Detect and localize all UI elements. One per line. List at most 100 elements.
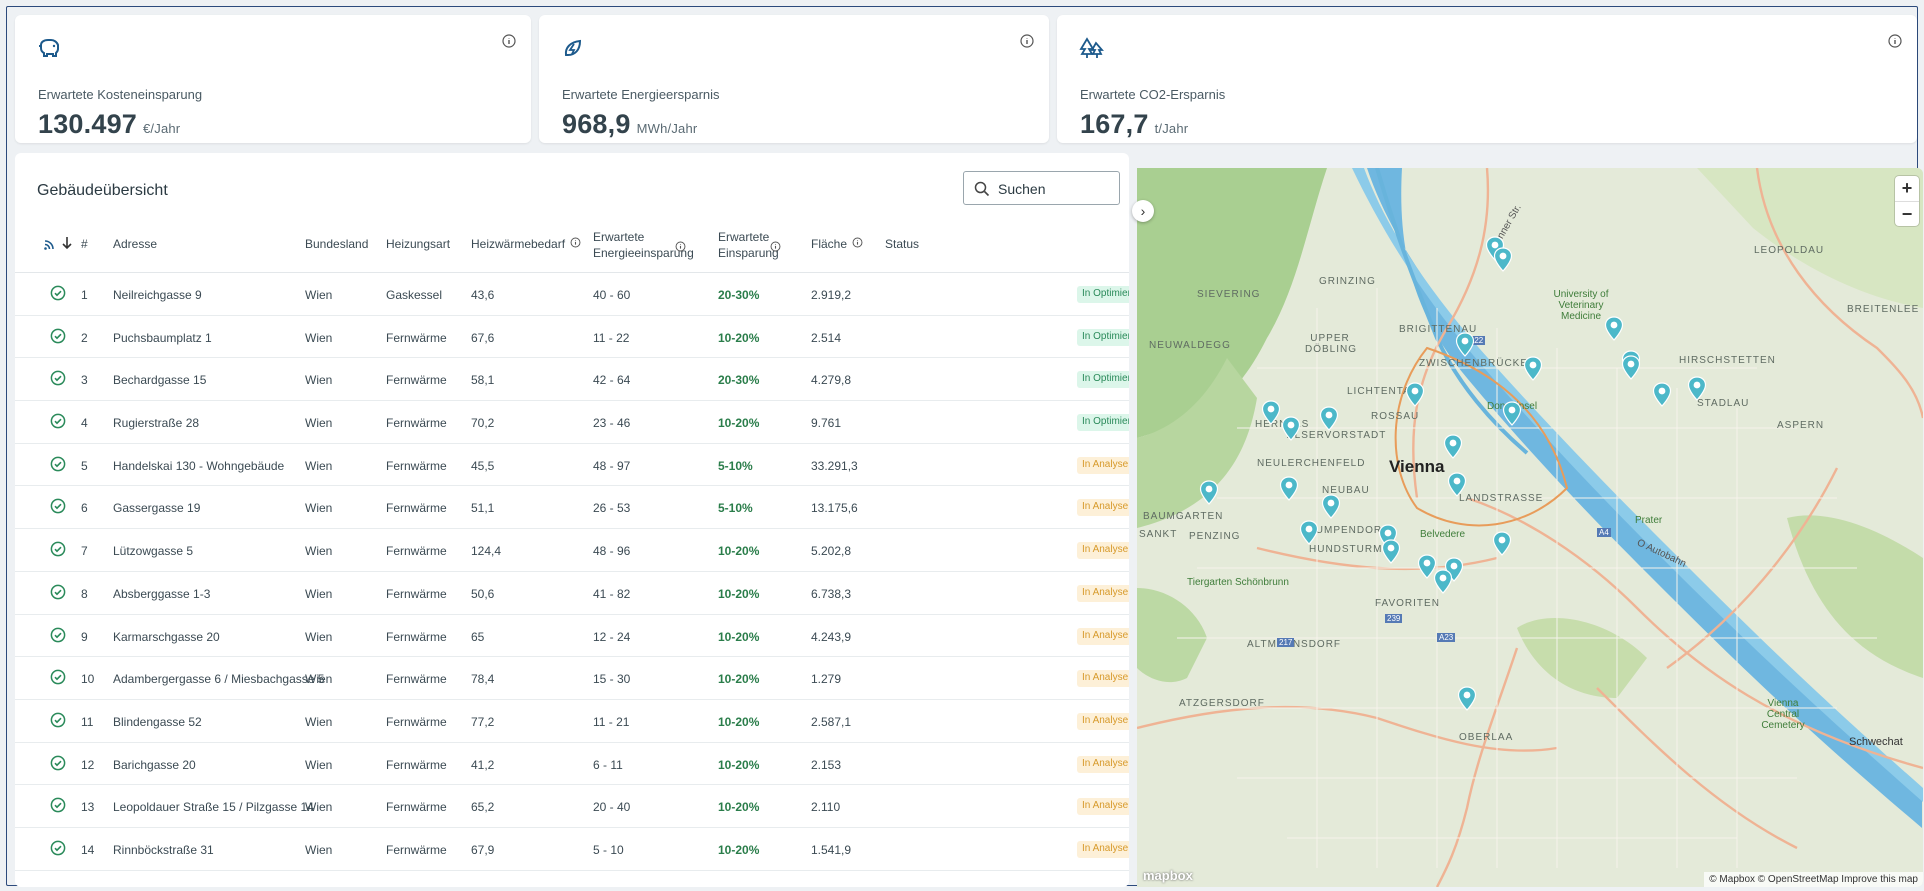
status-badge: In Analyse <box>1077 499 1129 517</box>
map-label: ASPERN <box>1777 420 1825 431</box>
map-label: ZWISCHENBRÜCKEN <box>1419 358 1537 369</box>
cell-energy-saving: 5 - 10 <box>593 842 624 857</box>
cell-address: Absberggasse 1-3 <box>113 586 211 601</box>
table-row[interactable]: 12 Barichgasse 20 Wien Fernwärme 41,2 6 - 11 1… <box>15 743 1129 786</box>
cell-heat-demand: 77,2 <box>471 714 495 729</box>
cell-area: 9.761 <box>811 416 842 431</box>
table-row[interactable]: 4 Rugierstraße 28 Wien Fernwärme 70,2 23 - 46… <box>15 401 1129 444</box>
cell-area: 4.279,8 <box>811 373 852 388</box>
col-heat-demand[interactable]: Heizwärmebedarf <box>471 237 581 251</box>
map-marker-icon[interactable] <box>1433 569 1453 595</box>
kpi-label: Erwartete Kosteneinsparung <box>38 87 203 102</box>
check-circle-icon <box>50 499 66 514</box>
cell-area: 2.587,1 <box>811 714 852 729</box>
table-row[interactable]: 8 Absberggasse 1-3 Wien Fernwärme 50,6 41 - 8… <box>15 572 1129 615</box>
table-row[interactable]: 6 Gassergasse 19 Wien Fernwärme 51,1 26 - 53 5… <box>15 486 1129 530</box>
table-row[interactable]: 14 Rinnböckstraße 31 Wien Fernwärme 67,9 5 - … <box>15 828 1129 871</box>
search-input[interactable] <box>998 178 1114 200</box>
info-icon[interactable] <box>675 241 686 252</box>
map-marker-icon[interactable] <box>1321 494 1341 520</box>
sort-down-arrow-icon[interactable] <box>61 236 73 250</box>
table-row[interactable]: 1 Neilreichgasse 9 Wien Gaskessel 43,6 40 - 6… <box>15 273 1129 316</box>
info-icon[interactable] <box>570 237 581 248</box>
map-marker-icon[interactable] <box>1447 472 1467 498</box>
map-marker-icon[interactable] <box>1299 520 1319 546</box>
map-marker-icon[interactable] <box>1493 247 1513 273</box>
map-marker-icon[interactable] <box>1457 686 1477 712</box>
info-icon[interactable] <box>1019 33 1035 49</box>
table-row[interactable]: 9 Karmarschgasse 20 Wien Fernwärme 65 12 - 24… <box>15 615 1129 658</box>
table-row[interactable]: 3 Bechardgasse 15 Wien Fernwärme 58,1 42 - 64… <box>15 358 1129 402</box>
check-circle-icon <box>50 627 66 642</box>
col-energy-saving[interactable]: Erwartete Energieeinsparung <box>593 229 703 261</box>
table-row[interactable]: 10 Adambergergasse 6 / Miesbachgasse 5 Wie… <box>15 657 1129 700</box>
cell-area: 13.175,6 <box>811 501 858 516</box>
map-label: OBERLAA <box>1459 732 1514 743</box>
chevron-right-icon[interactable]: › <box>1132 200 1154 222</box>
cell-address: Leopoldauer Straße 15 / Pilzgasse 14 <box>113 800 314 815</box>
map-marker-icon[interactable] <box>1455 332 1475 358</box>
kpi-card-cost: Erwartete Kosteneinsparung 130.497 €/Jahr <box>15 15 531 143</box>
col-state[interactable]: Bundesland <box>305 237 368 251</box>
cell-heat-demand: 43,6 <box>471 288 495 302</box>
col-number[interactable]: # <box>81 237 88 251</box>
map-marker-icon[interactable] <box>1281 416 1301 442</box>
cell-state: Wien <box>305 672 333 687</box>
cell-address: Neilreichgasse 9 <box>113 288 202 302</box>
table-row[interactable]: 2 Puchsbaumplatz 1 Wien Fernwärme 67,6 11 - 2… <box>15 316 1129 359</box>
zoom-out-button[interactable]: − <box>1895 201 1919 226</box>
map-marker-icon[interactable] <box>1199 480 1219 506</box>
map-marker-icon[interactable] <box>1502 401 1522 427</box>
map-marker-icon[interactable] <box>1604 316 1624 342</box>
cell-energy-saving: 11 - 21 <box>593 714 630 729</box>
cell-heating: Fernwärme <box>386 544 447 559</box>
zoom-in-button[interactable]: + <box>1895 176 1919 201</box>
check-circle-icon <box>50 584 66 600</box>
table-row[interactable]: 11 Blindengasse 52 Wien Fernwärme 77,2 11 - 2… <box>15 700 1129 743</box>
cell-heating: Fernwärme <box>386 672 447 687</box>
map-marker-icon[interactable] <box>1492 531 1512 557</box>
map-marker-icon[interactable] <box>1523 356 1543 382</box>
table-row[interactable]: 13 Leopoldauer Straße 15 / Pilzgasse 14 Wi… <box>15 785 1129 828</box>
info-icon[interactable] <box>501 33 517 49</box>
info-icon[interactable] <box>1887 33 1903 49</box>
map-view[interactable]: GRINZING SIEVERING LEOPOLDAU BREITENLEE … <box>1137 168 1923 887</box>
cell-area: 2.110 <box>811 800 841 815</box>
rss-feed-icon[interactable] <box>43 237 57 251</box>
map-marker-icon[interactable] <box>1405 382 1425 408</box>
search-box[interactable] <box>963 171 1120 205</box>
table-row[interactable]: 7 Lützowgasse 5 Wien Fernwärme 124,4 48 - 96 1… <box>15 529 1129 572</box>
map-label: ATZGERSDORF <box>1179 698 1265 709</box>
col-saving[interactable]: Erwartete Einsparung <box>718 229 779 261</box>
info-icon[interactable] <box>770 241 781 252</box>
map-label: SIEVERING <box>1197 289 1261 300</box>
col-address[interactable]: Adresse <box>113 237 157 251</box>
col-status[interactable]: Status <box>885 237 919 251</box>
map-marker-icon[interactable] <box>1443 434 1463 460</box>
table-row[interactable]: 5 Handelskai 130 - Wohngebäude Wien Fernwär… <box>15 444 1129 487</box>
cell-area: 2.153 <box>811 757 842 772</box>
cell-saving: 10-20% <box>718 629 760 644</box>
info-icon[interactable] <box>852 237 863 248</box>
cell-address: Gassergasse 19 <box>113 501 201 516</box>
map-marker-icon[interactable] <box>1652 382 1672 408</box>
piggy-bank-icon <box>39 39 59 57</box>
map-marker-icon[interactable] <box>1621 355 1641 381</box>
cell-state: Wien <box>305 501 333 516</box>
map-attribution[interactable]: © Mapbox © OpenStreetMap Improve this ma… <box>1704 872 1923 887</box>
map-marker-icon[interactable] <box>1279 476 1299 502</box>
cell-address: Lützowgasse 5 <box>113 544 194 559</box>
cell-address: Puchsbaumplatz 1 <box>113 330 212 345</box>
map-marker-icon[interactable] <box>1319 406 1339 432</box>
mapbox-logo[interactable]: mapbox <box>1143 868 1193 883</box>
map-road-label: 217 <box>1277 638 1295 647</box>
cell-saving: 10-20% <box>718 330 760 345</box>
map-marker-icon[interactable] <box>1261 400 1281 426</box>
status-badge: In Analyse <box>1077 670 1129 688</box>
map-marker-icon[interactable] <box>1381 539 1401 565</box>
col-heating[interactable]: Heizungsart <box>386 237 450 251</box>
col-area[interactable]: Fläche <box>811 237 863 251</box>
cell-number: 4 <box>81 416 88 431</box>
cell-number: 13 <box>81 800 95 815</box>
map-marker-icon[interactable] <box>1687 376 1707 402</box>
